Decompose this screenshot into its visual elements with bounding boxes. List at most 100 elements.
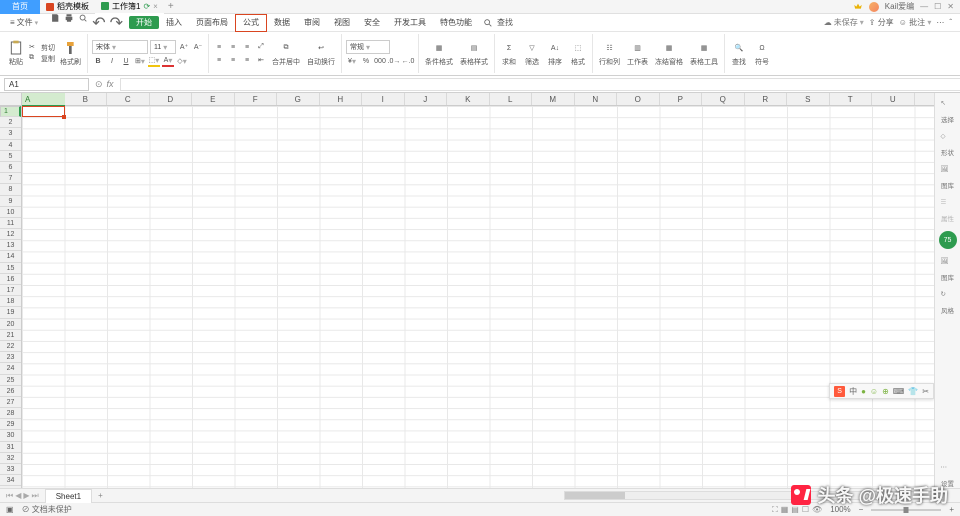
select-all-corner[interactable] xyxy=(0,93,22,106)
font-name-select[interactable]: 宋体▾ xyxy=(92,40,148,54)
table-tools-button[interactable]: ▦表格工具 xyxy=(688,38,720,69)
preview-icon[interactable] xyxy=(78,13,88,33)
row-header[interactable]: 24 xyxy=(0,363,21,374)
tab-template[interactable]: 稻壳模板 xyxy=(40,0,95,14)
cond-format-button[interactable]: ▦条件格式 xyxy=(423,38,455,69)
tab-formula[interactable]: 公式 xyxy=(235,14,267,32)
col-header[interactable]: F xyxy=(235,93,278,105)
ime-kb-icon[interactable]: ⌨ xyxy=(893,387,905,396)
row-header[interactable]: 13 xyxy=(0,240,21,251)
col-header[interactable]: P xyxy=(660,93,703,105)
symbol-button[interactable]: Ω符号 xyxy=(752,38,772,69)
sheet-nav-next-icon[interactable]: ▶ xyxy=(23,491,29,501)
ime-punct-icon[interactable]: ● xyxy=(861,387,866,396)
row-header[interactable]: 29 xyxy=(0,419,21,430)
col-header[interactable]: O xyxy=(617,93,660,105)
save-icon[interactable] xyxy=(50,13,60,33)
ime-hanger-icon[interactable]: 👕 xyxy=(908,387,918,396)
row-header[interactable]: 30 xyxy=(0,430,21,441)
tab-dev-tools[interactable]: 开发工具 xyxy=(387,14,433,32)
tab-view[interactable]: 视图 xyxy=(327,14,357,32)
sp-pic[interactable]: 🖼图库 xyxy=(941,257,955,282)
find-button[interactable]: 🔍查找 xyxy=(729,38,749,69)
redo-icon[interactable]: ↷ xyxy=(110,13,123,33)
align-bottom-icon[interactable]: ≡ xyxy=(241,41,253,53)
eye-icon[interactable]: 👁 xyxy=(812,505,822,515)
worksheet-button[interactable]: ▥工作表 xyxy=(625,38,650,69)
align-left-icon[interactable]: ≡ xyxy=(213,54,225,66)
increase-font-icon[interactable]: A⁺ xyxy=(178,41,190,53)
formula-input[interactable] xyxy=(120,78,960,91)
currency-icon[interactable]: ¥▾ xyxy=(346,55,358,67)
tab-review[interactable]: 审阅 xyxy=(297,14,327,32)
add-tab-button[interactable]: + xyxy=(164,1,178,12)
row-header[interactable]: 27 xyxy=(0,397,21,408)
note-button[interactable]: ☺ 批注 ▾ xyxy=(899,17,932,28)
row-header[interactable]: 15 xyxy=(0,263,21,274)
zoom-in-button[interactable]: + xyxy=(949,505,954,514)
row-header[interactable]: 22 xyxy=(0,341,21,352)
row-header[interactable]: 8 xyxy=(0,184,21,195)
row-header[interactable]: 28 xyxy=(0,408,21,419)
row-header[interactable]: 33 xyxy=(0,464,21,475)
zoom-out-button[interactable]: − xyxy=(859,505,864,514)
username[interactable]: Kail爱编 xyxy=(885,1,914,12)
row-header[interactable]: 7 xyxy=(0,173,21,184)
row-header[interactable]: 2 xyxy=(0,117,21,128)
sp-settings[interactable]: ⋯设置 xyxy=(941,463,955,488)
ime-net-icon[interactable]: ⊕ xyxy=(882,387,889,396)
ime-toolbar[interactable]: S 中 ● ☺ ⊕ ⌨ 👕 ✂ xyxy=(829,383,934,399)
grid[interactable]: ABCDEFGHIJKLMNOPQRSTU 123456789101112131… xyxy=(0,93,934,488)
paste-button[interactable]: 粘贴 xyxy=(6,38,26,69)
thousands-icon[interactable]: 000 xyxy=(374,55,386,67)
inc-decimal-icon[interactable]: .0→ xyxy=(388,55,400,67)
merge-center-button[interactable]: ⧉合并居中 xyxy=(270,38,302,69)
sp-badge[interactable]: 75 xyxy=(939,231,957,249)
row-header[interactable]: 32 xyxy=(0,453,21,464)
format-button[interactable]: ⬚格式 xyxy=(568,38,588,69)
ime-lang[interactable]: 中 xyxy=(849,386,857,397)
row-header[interactable]: 3 xyxy=(0,128,21,139)
row-header[interactable]: 1 xyxy=(0,106,21,117)
row-header[interactable]: 12 xyxy=(0,229,21,240)
col-header[interactable]: E xyxy=(192,93,235,105)
row-header[interactable]: 4 xyxy=(0,140,21,151)
row-header[interactable]: 11 xyxy=(0,218,21,229)
row-header[interactable]: 18 xyxy=(0,296,21,307)
col-header[interactable]: Q xyxy=(702,93,745,105)
fullscreen-icon[interactable]: ⛶ xyxy=(772,505,778,515)
row-header[interactable]: 34 xyxy=(0,475,21,486)
name-box[interactable]: A1 xyxy=(4,78,89,91)
format-painter-button[interactable]: 格式刷 xyxy=(58,38,83,69)
row-header[interactable]: 21 xyxy=(0,330,21,341)
row-header[interactable]: 14 xyxy=(0,251,21,262)
tab-data[interactable]: 数据 xyxy=(267,14,297,32)
cells[interactable] xyxy=(22,106,934,488)
col-header[interactable]: R xyxy=(745,93,788,105)
active-cell[interactable] xyxy=(22,106,65,117)
row-header[interactable]: 6 xyxy=(0,162,21,173)
col-header[interactable]: C xyxy=(107,93,150,105)
number-format-select[interactable]: 常规▾ xyxy=(346,40,390,54)
filter-button[interactable]: ▽筛选 xyxy=(522,38,542,69)
tab-special[interactable]: 特色功能 xyxy=(433,14,479,32)
col-header[interactable]: M xyxy=(532,93,575,105)
close-icon[interactable]: × xyxy=(153,2,158,11)
fill-handle[interactable] xyxy=(62,115,66,119)
dec-decimal-icon[interactable]: ←.0 xyxy=(402,55,414,67)
col-header[interactable]: S xyxy=(787,93,830,105)
minimize-button[interactable]: — xyxy=(920,2,928,11)
sp-style[interactable]: ↻风格 xyxy=(941,290,955,315)
col-header[interactable]: T xyxy=(830,93,873,105)
h-scrollbar[interactable] xyxy=(564,491,944,500)
col-header[interactable]: A xyxy=(22,93,65,107)
view-reading-icon[interactable]: ☐ xyxy=(802,505,809,515)
align-middle-icon[interactable]: ≡ xyxy=(227,41,239,53)
table-style-button[interactable]: ▤表格样式 xyxy=(458,38,490,69)
tab-security[interactable]: 安全 xyxy=(357,14,387,32)
sp-gallery[interactable]: 🖼图库 xyxy=(941,165,955,190)
tab-start[interactable]: 开始 xyxy=(129,16,159,29)
collapse-ribbon-icon[interactable]: ˆ xyxy=(949,18,952,27)
copy-button[interactable]: ⧉复制 xyxy=(29,54,55,64)
col-header[interactable]: B xyxy=(65,93,108,105)
